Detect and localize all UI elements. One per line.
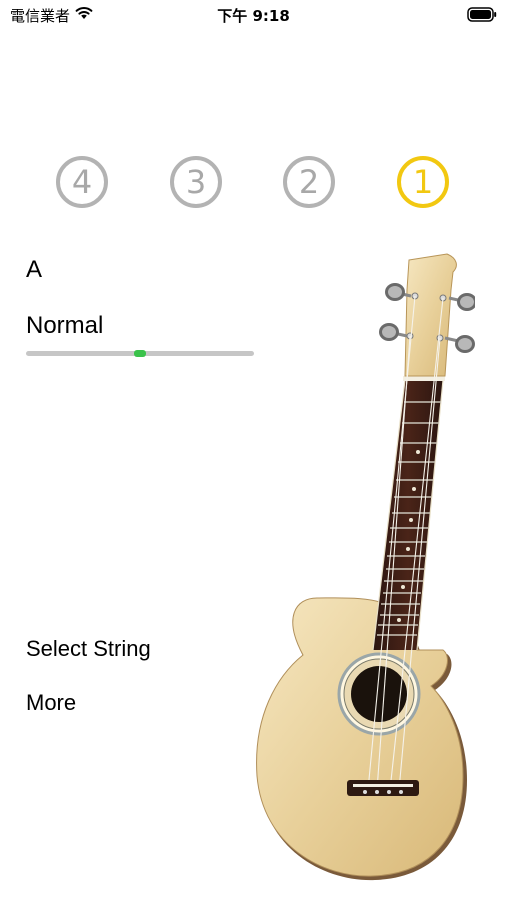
- string-4-button[interactable]: 4: [56, 156, 108, 208]
- string-1-button[interactable]: 1: [397, 156, 449, 208]
- more-button[interactable]: More: [26, 690, 76, 716]
- clock: 下午 9:18: [217, 7, 290, 25]
- string-1-number: 1: [412, 163, 434, 201]
- ukulele-image: [256, 253, 475, 881]
- tuning-meter: [26, 350, 254, 357]
- string-2-button[interactable]: 2: [283, 156, 335, 208]
- battery-icon: [467, 7, 497, 22]
- select-string-button[interactable]: Select String: [26, 636, 151, 662]
- string-3-number: 3: [185, 163, 207, 201]
- tuning-status-label: Normal: [26, 312, 104, 339]
- tuning-meter-needle: [134, 350, 146, 357]
- note-label: A: [26, 256, 43, 283]
- status-bar: 電信業者 下午 9:18: [0, 0, 507, 30]
- string-4-number: 4: [71, 163, 93, 201]
- string-2-number: 2: [298, 163, 320, 201]
- string-3-button[interactable]: 3: [170, 156, 222, 208]
